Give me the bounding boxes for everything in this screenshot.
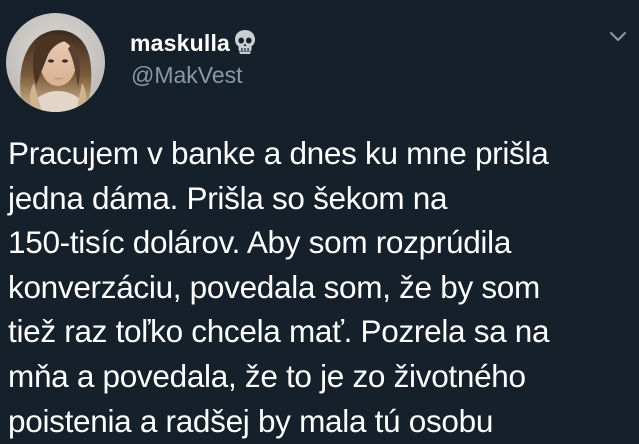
tweet: maskulla @MakVest Pracujem v banke a dne… [0, 0, 639, 444]
tweet-text: Pracujem v banke a dnes ku mne prišla je… [8, 131, 636, 443]
avatar-photo [6, 13, 105, 112]
tweet-text-line: jedna dáma. Prišla so šekom na [8, 179, 448, 216]
tweet-text-line: Pracujem v banke a dnes ku mne prišla [8, 135, 549, 171]
avatar[interactable] [6, 13, 105, 112]
tweet-text-line: 150-tisíc dolárov. Aby som rozprúdila [8, 224, 512, 261]
display-name[interactable]: maskulla [130, 31, 230, 55]
tweet-text-line: mňa a povedala, že to je zo životného [8, 357, 526, 394]
user-handle[interactable]: @MakVest [131, 64, 243, 87]
tweet-text-line: tiež raz toľko chcela mať. Pozrela sa na [8, 313, 550, 350]
skull-icon [233, 29, 257, 60]
tweet-text-line: poistenia a radšej by mala tú osobu [8, 402, 494, 439]
chevron-down-icon[interactable] [606, 24, 630, 48]
tweet-text-line: konverzáciu, povedala som, že by som [8, 268, 540, 305]
author-name-row: maskulla [130, 27, 257, 59]
